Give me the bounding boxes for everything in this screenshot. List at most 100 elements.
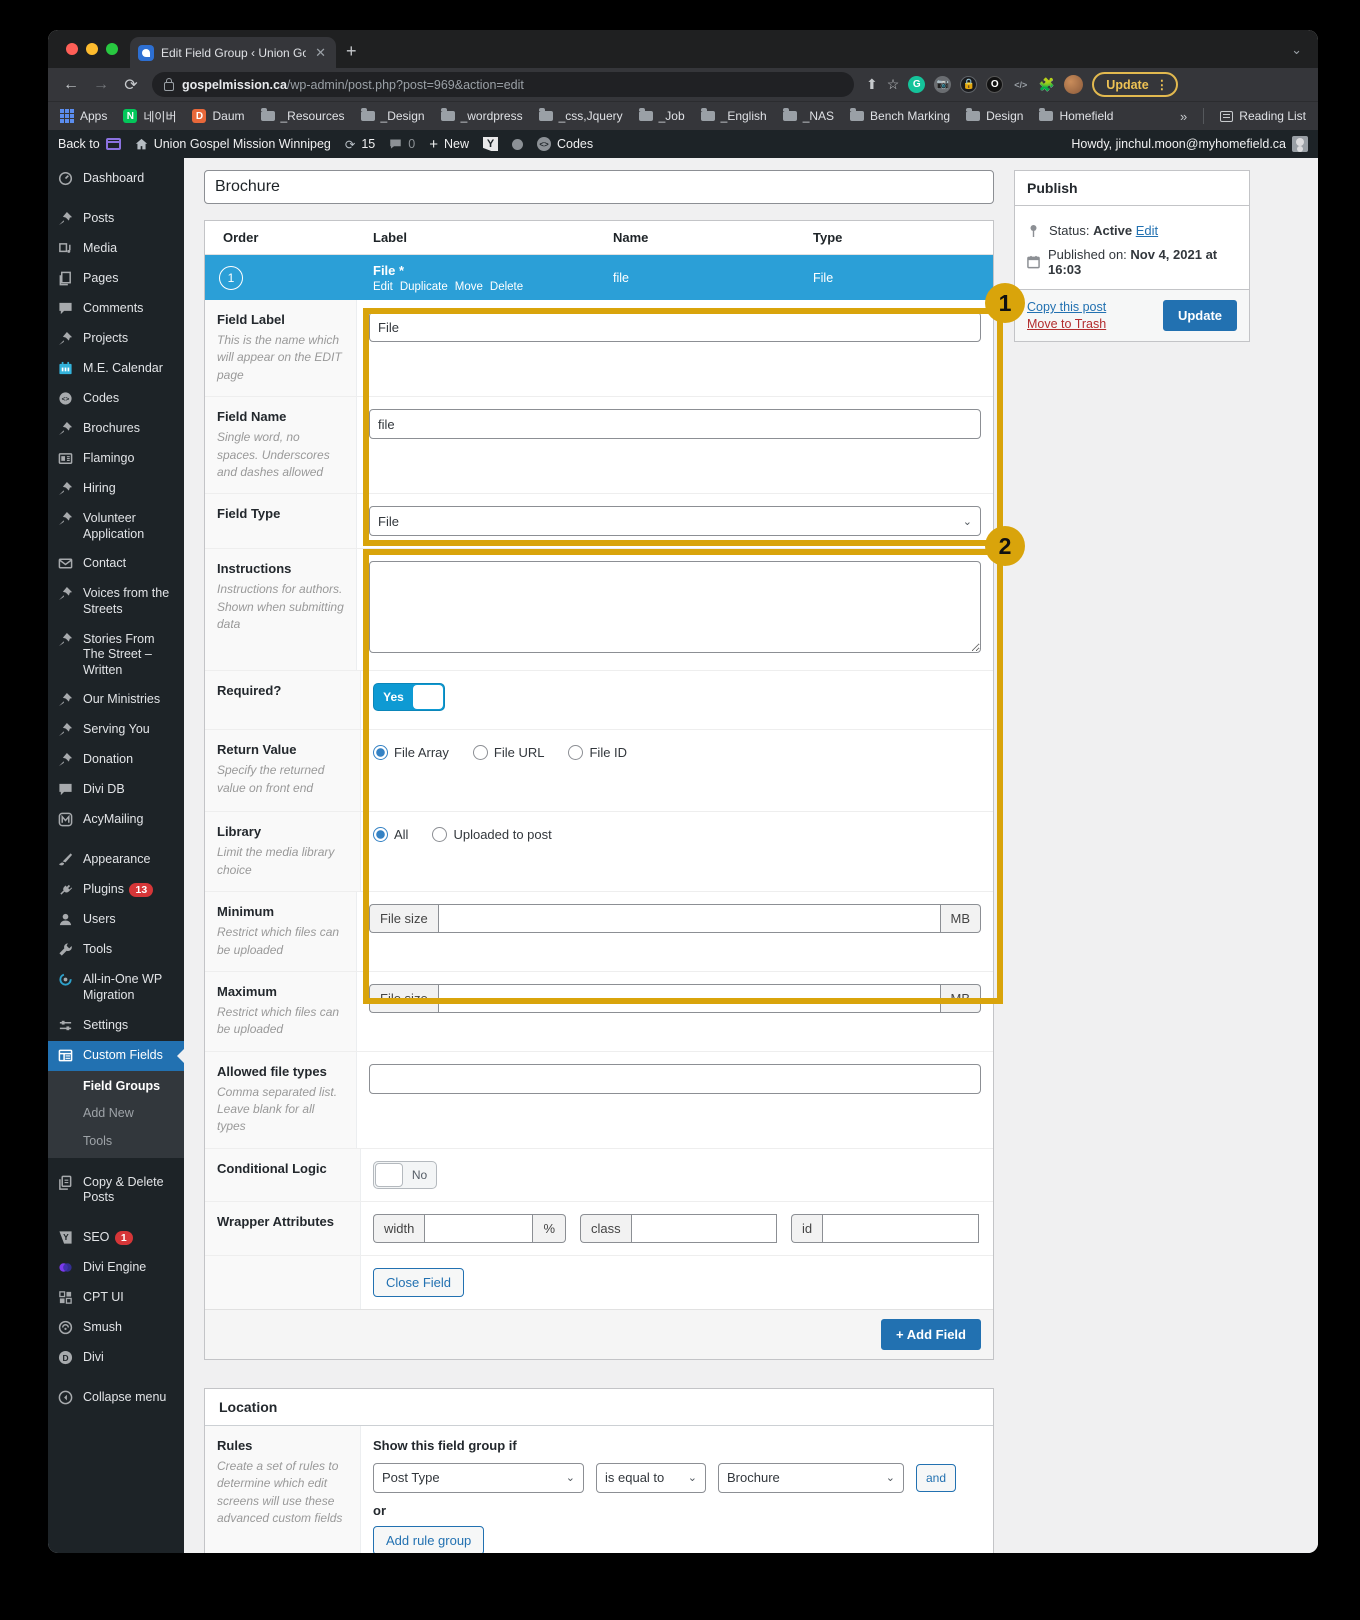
add-field-button[interactable]: + Add Field xyxy=(881,1319,981,1350)
sidebar-item-voices-from-the-streets[interactable]: Voices from the Streets xyxy=(48,579,184,624)
sidebar-item-tools[interactable]: Tools xyxy=(48,1128,184,1156)
radio-file-url[interactable]: File URL xyxy=(473,745,545,760)
sidebar-item-settings[interactable]: Settings xyxy=(48,1011,184,1041)
bookmark-item[interactable]: _Resources xyxy=(261,109,345,123)
add-rule-group-button[interactable]: Add rule group xyxy=(373,1526,484,1553)
field-label-input[interactable] xyxy=(369,312,981,342)
howdy-account-item[interactable]: Howdy, jinchul.moon@myhomefield.ca xyxy=(1071,136,1308,152)
sidebar-item-posts[interactable]: Posts xyxy=(48,204,184,234)
field-row-open[interactable]: 1 File * Edit Duplicate Move Delete file… xyxy=(205,255,993,300)
comments-item[interactable]: 0 xyxy=(389,137,415,151)
bookmark-item[interactable]: _NAS xyxy=(783,109,834,123)
address-bar[interactable]: gospelmission.ca/wp-admin/post.php?post=… xyxy=(152,72,854,97)
devtools-extension-icon[interactable]: </> xyxy=(1012,76,1029,93)
profile-avatar[interactable] xyxy=(1064,75,1083,94)
bookmark-item[interactable]: _css,Jquery xyxy=(539,109,623,123)
bookmark-item[interactable]: Bench Marking xyxy=(850,109,950,123)
sidebar-item-hiring[interactable]: Hiring xyxy=(48,474,184,504)
screenshot-extension-icon[interactable]: 📷 xyxy=(934,76,951,93)
sidebar-item-comments[interactable]: Comments xyxy=(48,294,184,324)
sidebar-item-divi[interactable]: DDivi xyxy=(48,1343,184,1373)
sidebar-item-divi-db[interactable]: Divi DB xyxy=(48,775,184,805)
move-field-link[interactable]: Move xyxy=(455,281,483,293)
radio-file-array[interactable]: File Array xyxy=(373,745,449,760)
rule-value-select[interactable]: Brochure⌄ xyxy=(718,1463,904,1493)
reload-icon[interactable]: ⟳ xyxy=(118,75,144,95)
maximum-size-input[interactable] xyxy=(438,984,941,1013)
sidebar-item-all-in-one-wp-migration[interactable]: All-in-One WP Migration xyxy=(48,965,184,1010)
traffic-lights[interactable] xyxy=(66,43,118,55)
sidebar-item-tools[interactable]: Tools xyxy=(48,935,184,965)
wrapper-width-input[interactable] xyxy=(424,1214,533,1243)
sidebar-item-donation[interactable]: Donation xyxy=(48,745,184,775)
sidebar-item-cpt-ui[interactable]: CPT UI xyxy=(48,1283,184,1313)
wrapper-id-input[interactable] xyxy=(822,1214,979,1243)
bookmark-item[interactable]: _English xyxy=(701,109,767,123)
sidebar-item-dashboard[interactable]: Dashboard xyxy=(48,164,184,194)
sidebar-item-flamingo[interactable]: Flamingo xyxy=(48,444,184,474)
new-content-item[interactable]: +New xyxy=(429,136,469,153)
copy-this-post-link[interactable]: Copy this post xyxy=(1027,300,1106,314)
reading-list-button[interactable]: Reading List xyxy=(1220,109,1306,123)
sidebar-item-divi-engine[interactable]: Divi Engine xyxy=(48,1253,184,1283)
bookmark-item[interactable]: DDaum xyxy=(192,109,244,123)
close-window-button[interactable] xyxy=(66,43,78,55)
bookmark-item[interactable]: _wordpress xyxy=(441,109,523,123)
allowed-types-input[interactable] xyxy=(369,1064,981,1094)
sidebar-item-media[interactable]: Media xyxy=(48,234,184,264)
bookmark-item[interactable]: Apps xyxy=(60,109,107,123)
forward-icon[interactable]: → xyxy=(88,76,114,94)
updates-item[interactable]: ⟳15 xyxy=(345,137,375,152)
sidebar-item-contact[interactable]: Contact xyxy=(48,549,184,579)
bookmark-item[interactable]: N네이버 xyxy=(123,108,176,125)
sidebar-item-volunteer-application[interactable]: Volunteer Application xyxy=(48,504,184,549)
sidebar-item-users[interactable]: Users xyxy=(48,905,184,935)
field-group-title-input[interactable] xyxy=(204,170,994,204)
sidebar-item-seo[interactable]: YSEO 1 xyxy=(48,1223,184,1253)
sidebar-item-our-ministries[interactable]: Our Ministries xyxy=(48,685,184,715)
rule-operator-select[interactable]: is equal to⌄ xyxy=(596,1463,706,1493)
kebab-menu-icon[interactable]: ⋮ xyxy=(1156,77,1169,92)
radio-library-uploaded[interactable]: Uploaded to post xyxy=(432,827,551,842)
edit-field-link[interactable]: Edit xyxy=(373,281,393,293)
radio-library-all[interactable]: All xyxy=(373,827,408,842)
required-toggle[interactable]: Yes xyxy=(373,683,445,711)
duplicate-field-link[interactable]: Duplicate xyxy=(400,281,448,293)
conditional-toggle[interactable]: No xyxy=(373,1161,437,1189)
wrapper-class-input[interactable] xyxy=(631,1214,777,1243)
sidebar-item-collapse-menu[interactable]: Collapse menu xyxy=(48,1383,184,1413)
sidebar-item-m-e-calendar[interactable]: M.E. Calendar xyxy=(48,354,184,384)
zoom-window-button[interactable] xyxy=(106,43,118,55)
instructions-textarea[interactable] xyxy=(369,561,981,653)
sidebar-item-appearance[interactable]: Appearance xyxy=(48,845,184,875)
sidebar-item-brochures[interactable]: Brochures xyxy=(48,414,184,444)
move-to-trash-link[interactable]: Move to Trash xyxy=(1027,317,1106,331)
yoast-seo-item[interactable]: Y xyxy=(483,137,498,151)
minimize-window-button[interactable] xyxy=(86,43,98,55)
field-type-select[interactable]: File⌄ xyxy=(369,506,981,536)
field-name-input[interactable] xyxy=(369,409,981,439)
radio-file-id[interactable]: File ID xyxy=(568,745,627,760)
bookmark-item[interactable]: _Job xyxy=(639,109,685,123)
field-order-badge[interactable]: 1 xyxy=(219,266,243,290)
codes-item[interactable]: <>Codes xyxy=(537,137,593,151)
back-to-item[interactable]: Back to xyxy=(58,137,121,151)
add-and-rule-button[interactable]: and xyxy=(916,1464,956,1492)
bookmark-star-icon[interactable]: ☆ xyxy=(887,76,900,93)
extensions-puzzle-icon[interactable]: 🧩 xyxy=(1038,76,1055,93)
close-field-button[interactable]: Close Field xyxy=(373,1268,464,1297)
sidebar-item-add-new[interactable]: Add New xyxy=(48,1100,184,1128)
chevron-down-icon[interactable]: ⌄ xyxy=(1291,42,1302,58)
sidebar-item-codes[interactable]: <>Codes xyxy=(48,384,184,414)
bookmark-item[interactable]: _Design xyxy=(361,109,425,123)
delete-field-link[interactable]: Delete xyxy=(490,281,523,293)
sidebar-item-stories-from-the-street-written[interactable]: Stories From The Street – Written xyxy=(48,625,184,686)
sidebar-item-field-groups[interactable]: Field Groups xyxy=(48,1073,184,1101)
bookmark-item[interactable]: Design xyxy=(966,109,1023,123)
sidebar-item-copy-delete-posts[interactable]: Copy & Delete Posts xyxy=(48,1168,184,1213)
rule-param-select[interactable]: Post Type⌄ xyxy=(373,1463,584,1493)
sidebar-item-acymailing[interactable]: AcyMailing xyxy=(48,805,184,835)
grammarly-extension-icon[interactable]: G xyxy=(908,76,925,93)
new-tab-button[interactable]: + xyxy=(346,41,357,62)
close-tab-icon[interactable]: ✕ xyxy=(313,45,328,61)
